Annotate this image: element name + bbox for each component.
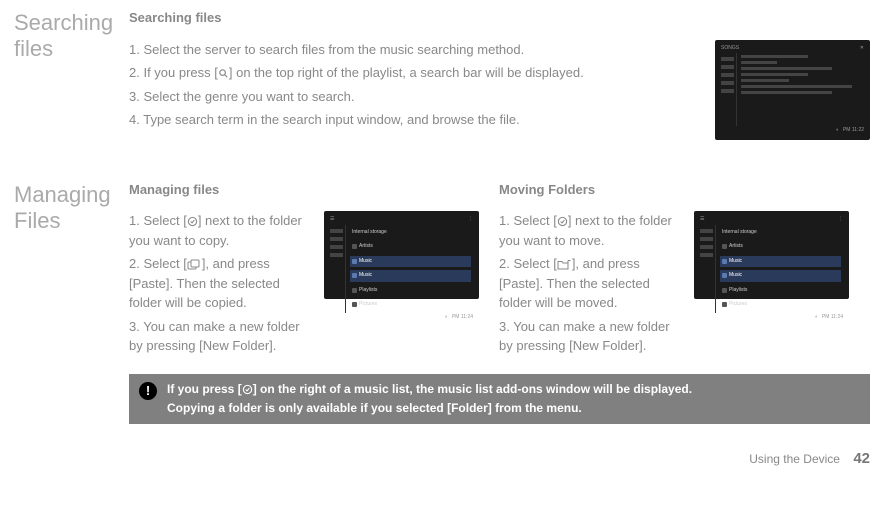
steps-moving: 1. Select [] next to the folder you want…	[499, 211, 682, 360]
step-mv2: 2. Select [], and press [Paste]. Then th…	[499, 254, 682, 313]
search-icon	[218, 68, 229, 79]
footer-label: Using the Device	[749, 452, 840, 466]
section-title-managing: Managing Files	[14, 180, 129, 235]
section-title-searching: Searching files	[14, 8, 129, 63]
col-managing: Managing files 1. Select [] next to the …	[129, 180, 479, 360]
heading-moving: Moving Folders	[499, 180, 849, 200]
circle-check-icon	[187, 216, 198, 227]
col-moving: Moving Folders 1. Select [] next to the …	[499, 180, 849, 360]
info-icon: !	[139, 382, 157, 400]
note-line-1: If you press [] on the right of a music …	[167, 380, 692, 399]
step-m2: 2. Select [], and press [Paste]. Then th…	[129, 254, 312, 313]
step-2: 2. If you press [] on the top right of t…	[129, 63, 697, 83]
section-managing-files: Managing Files Managing files 1. Select …	[14, 180, 870, 424]
screenshot-moving: ☰⋮ Internal storage Artists Music Music …	[694, 211, 849, 299]
steps-searching: 1. Select the server to search files fro…	[129, 40, 697, 134]
page-number: 42	[853, 450, 870, 467]
screenshot-search: SONGS✕ ◐PM 11:22	[715, 40, 870, 140]
circle-check-icon	[242, 384, 253, 395]
copy-icon	[187, 259, 202, 270]
move-folder-icon	[557, 259, 572, 270]
section-searching-files: Searching files Searching files 1. Selec…	[14, 8, 870, 140]
heading-managing: Managing files	[129, 180, 479, 200]
step-mv1: 1. Select [] next to the folder you want…	[499, 211, 682, 250]
step-m3: 3. You can make a new folder by pressing…	[129, 317, 312, 356]
circle-check-icon	[557, 216, 568, 227]
step-3: 3. Select the genre you want to search.	[129, 87, 697, 107]
step-1: 1. Select the server to search files fro…	[129, 40, 697, 60]
screenshot-managing: ☰⋮ Internal storage Artists Music Music …	[324, 211, 479, 299]
step-m1: 1. Select [] next to the folder you want…	[129, 211, 312, 250]
note-line-2: Copying a folder is only available if yo…	[167, 399, 692, 418]
step-mv3: 3. You can make a new folder by pressing…	[499, 317, 682, 356]
heading-searching: Searching files	[129, 8, 870, 28]
note-bar: ! If you press [] on the right of a musi…	[129, 374, 870, 424]
step-4: 4. Type search term in the search input …	[129, 110, 697, 130]
steps-managing: 1. Select [] next to the folder you want…	[129, 211, 312, 360]
page-footer: Using the Device 42	[14, 448, 870, 471]
